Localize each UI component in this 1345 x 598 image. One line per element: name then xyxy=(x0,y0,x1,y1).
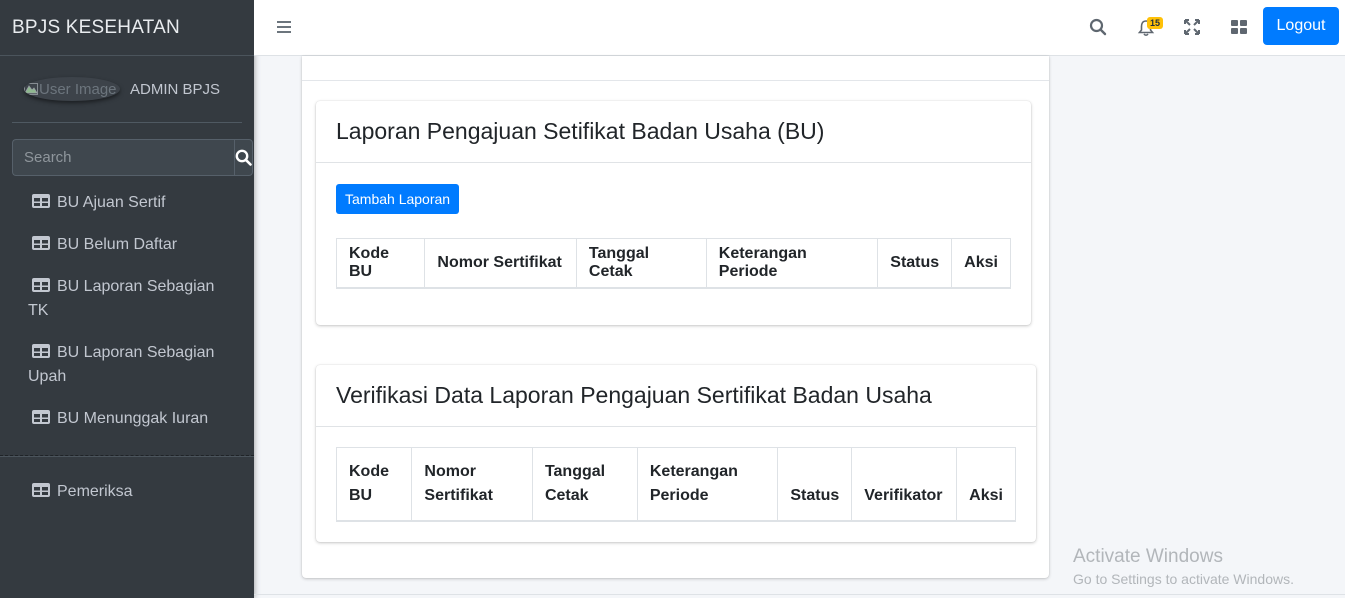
column-header-line1: Kode xyxy=(349,463,389,480)
sidebar: BPJS KESEHATAN User Image ADMIN BPJS BU … xyxy=(0,0,254,598)
menu-icon[interactable] xyxy=(276,19,292,35)
sidebar-item-pemeriksa[interactable]: Pemeriksa xyxy=(0,471,254,513)
broken-image-icon xyxy=(24,83,38,95)
column-header: Verifikator xyxy=(851,447,958,522)
user-panel: User Image ADMIN BPJS xyxy=(12,56,242,123)
table-header-row: Kode BU Nomor Sertifikat Tanggal Cetak Kete… xyxy=(335,447,1016,522)
table-icon xyxy=(32,236,50,250)
column-header: Aksi xyxy=(956,447,1016,522)
sidebar-item-label: BU Ajuan Sertif xyxy=(57,194,166,211)
table-icon xyxy=(32,194,50,208)
expand-icon[interactable] xyxy=(1182,17,1202,37)
verifikasi-table: Kode BU Nomor Sertifikat Tanggal Cetak Kete… xyxy=(335,447,1016,522)
column-header-line2: Aksi xyxy=(969,487,1003,504)
sidebar-search-button[interactable] xyxy=(234,139,253,176)
activate-windows-title: Activate Windows xyxy=(1073,546,1223,567)
column-header-line2: Cetak xyxy=(544,487,589,504)
brand-title: BPJS KESEHATAN xyxy=(12,16,180,38)
card-title: Verifikasi Data Laporan Pengajuan Sertif… xyxy=(316,365,1036,427)
table-icon xyxy=(32,483,50,497)
column-header: Kode BU xyxy=(335,238,426,289)
sidebar-item-bu-menunggak-iuran[interactable]: BU Menunggak Iuran xyxy=(0,398,254,440)
sidebar-item-label-line2: TK xyxy=(28,302,49,319)
column-header: Status xyxy=(777,447,853,522)
column-header-line2: Sertifikat xyxy=(424,487,493,504)
search-icon xyxy=(235,149,252,166)
sidebar-item-bu-belum-daftar[interactable]: BU Belum Daftar xyxy=(0,224,254,266)
table-header-row: Kode BU Nomor Sertifikat Tanggal Cetak K… xyxy=(335,238,1011,289)
sidebar-nav: BU Ajuan Sertif BU Belum Daftar BU Lapor… xyxy=(0,182,254,513)
table-icon xyxy=(32,410,50,424)
avatar-alt-text: User Image xyxy=(39,80,117,98)
card-divider xyxy=(302,80,1049,81)
sidebar-search xyxy=(12,139,253,176)
sidebar-item-label: BU Menunggak Iuran xyxy=(57,410,209,427)
footer-divider xyxy=(254,594,1345,595)
search-icon[interactable] xyxy=(1088,17,1108,37)
column-header-line2: Status xyxy=(790,487,840,504)
sidebar-item-bu-laporan-sebagian-tk[interactable]: BU Laporan Sebagian TK xyxy=(0,266,254,332)
top-navbar: 15 Logout xyxy=(254,0,1345,56)
column-header: Tanggal Cetak xyxy=(531,447,638,522)
column-header-line2: Periode xyxy=(649,487,709,504)
column-header-line1: Nomor xyxy=(424,463,476,480)
card-title: Laporan Pengajuan Setifikat Badan Usaha … xyxy=(316,101,1031,163)
activate-windows-subtitle: Go to Settings to activate Windows. xyxy=(1073,571,1294,587)
column-header: Aksi xyxy=(951,238,1011,289)
sidebar-item-label-line1: BU Laporan Sebagian xyxy=(57,344,215,361)
sidebar-item-label: BU Belum Daftar xyxy=(57,236,178,253)
logout-button[interactable]: Logout xyxy=(1263,7,1339,45)
notification-badge: 15 xyxy=(1147,17,1164,29)
column-header: Keterangan Periode xyxy=(636,447,779,522)
column-header: Nomor Sertifikat xyxy=(424,238,577,289)
sidebar-search-input[interactable] xyxy=(12,139,234,176)
column-header: Tanggal Cetak xyxy=(575,238,707,289)
column-header: Status xyxy=(877,238,953,289)
sidebar-item-label-line2: Upah xyxy=(28,368,67,385)
tambah-laporan-button[interactable]: Tambah Laporan xyxy=(336,184,460,214)
sidebar-item-bu-ajuan-sertif[interactable]: BU Ajuan Sertif xyxy=(0,182,254,224)
table-icon xyxy=(32,278,50,292)
sidebar-divider xyxy=(0,455,254,457)
sidebar-item-label: Pemeriksa xyxy=(57,483,133,500)
column-header-line1: Tanggal xyxy=(544,463,606,480)
column-header: Kode BU xyxy=(335,447,413,522)
verifikasi-card: Verifikasi Data Laporan Pengajuan Sertif… xyxy=(316,365,1036,542)
column-header: Nomor Sertifikat xyxy=(411,447,533,522)
brand-link[interactable]: BPJS KESEHATAN xyxy=(0,0,254,56)
laporan-table: Kode BU Nomor Sertifikat Tanggal Cetak K… xyxy=(335,238,1011,289)
column-header-line2: BU xyxy=(349,487,373,504)
sidebar-item-bu-laporan-sebagian-upah[interactable]: BU Laporan Sebagian Upah xyxy=(0,332,254,398)
user-name[interactable]: ADMIN BPJS xyxy=(130,81,220,98)
column-header-line1: Keterangan xyxy=(649,463,738,480)
grid-icon[interactable] xyxy=(1229,17,1249,37)
sidebar-item-label-line1: BU Laporan Sebagian xyxy=(57,278,215,295)
laporan-card: Laporan Pengajuan Setifikat Badan Usaha … xyxy=(316,101,1031,325)
column-header-line2: Verifikator xyxy=(864,487,943,504)
column-header: Keterangan Periode xyxy=(705,238,879,289)
table-icon xyxy=(32,344,50,358)
avatar: User Image xyxy=(24,77,120,101)
